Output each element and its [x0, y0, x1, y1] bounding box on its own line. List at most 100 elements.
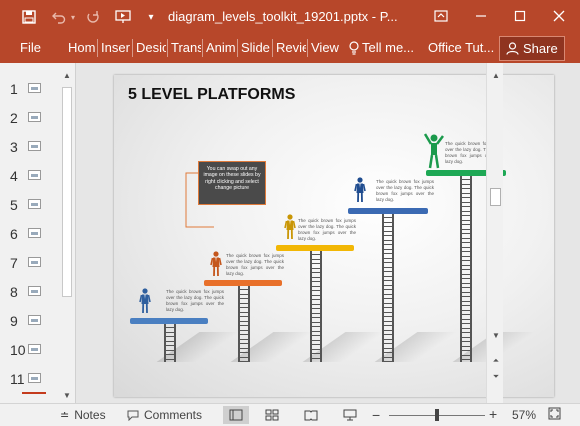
maximize-icon[interactable] — [505, 4, 535, 28]
scroll-up-icon[interactable]: ▲ — [60, 69, 74, 81]
thumbnails-scrollbar[interactable]: ▲ ▼ — [60, 69, 74, 403]
zoom-in-button[interactable]: + — [489, 406, 497, 422]
slide-title[interactable]: 5 LEVEL PLATFORMS — [128, 86, 295, 104]
person-figure-icon[interactable] — [139, 288, 151, 319]
previous-slide-icon[interactable]: ⏶ — [489, 355, 503, 367]
scroll-thumb[interactable] — [490, 188, 501, 206]
zoom-level[interactable]: 57% — [512, 408, 536, 422]
slide-number: 7 — [10, 255, 18, 271]
platform-text-4[interactable]: The quick brown fox jumps over the lazy … — [376, 179, 434, 203]
slide-number: 8 — [10, 284, 18, 300]
slide-thumbnail[interactable]: 5 — [0, 193, 58, 219]
title-bar: ▾ ▾ diagram_levels_toolkit_19201.pptx - … — [0, 0, 580, 34]
zoom-out-button[interactable]: − — [372, 407, 380, 423]
tab-slideshow[interactable]: Slide — [241, 40, 271, 55]
slide-thumbnail[interactable]: 2 — [0, 106, 58, 132]
save-icon[interactable] — [20, 7, 38, 27]
customize-qat-icon[interactable]: ▾ — [145, 7, 157, 27]
comment-icon — [127, 410, 139, 421]
platform-text-2[interactable]: The quick brown fox jumps over the lazy … — [226, 253, 284, 277]
tab-animations[interactable]: Anim — [206, 40, 236, 55]
scroll-down-icon[interactable]: ▼ — [489, 329, 503, 341]
slide-thumbnail[interactable]: 10 — [0, 338, 58, 364]
minimize-icon[interactable] — [466, 4, 496, 28]
slide-thumbnail[interactable]: 7 — [0, 251, 58, 277]
slide-thumbnail[interactable]: 8 — [0, 280, 58, 306]
fit-slide-icon[interactable] — [548, 407, 561, 420]
platform-4[interactable] — [348, 208, 428, 214]
slide-number: 6 — [10, 226, 18, 242]
redo-icon[interactable] — [84, 7, 102, 27]
person-figure-icon[interactable] — [423, 133, 444, 174]
present-from-start-icon[interactable] — [113, 7, 133, 27]
callout-arrow — [185, 172, 214, 228]
ladder[interactable] — [164, 324, 176, 362]
person-figure-icon[interactable] — [354, 177, 366, 208]
window-title: diagram_levels_toolkit_19201.pptx - P... — [168, 9, 398, 24]
slide-scrollbar[interactable]: ▲ ▼ ⏶ ⏷ — [486, 63, 503, 403]
slide-thumbnail-icon — [28, 344, 41, 354]
ladder[interactable] — [238, 286, 250, 362]
slide-thumbnail-icon — [28, 83, 41, 93]
person-figure-icon[interactable] — [284, 214, 296, 245]
close-icon[interactable] — [544, 4, 574, 28]
slide-number: 2 — [10, 110, 18, 126]
lightbulb-icon — [349, 40, 359, 55]
slide-number: 4 — [10, 168, 18, 184]
normal-view-icon[interactable] — [223, 406, 249, 424]
comments-button[interactable]: Comments — [127, 408, 202, 422]
share-button[interactable]: Share — [499, 36, 565, 61]
ladder[interactable] — [382, 214, 394, 362]
scroll-up-icon[interactable]: ▲ — [489, 69, 503, 81]
slide-thumbnail[interactable]: 6 — [0, 222, 58, 248]
slide-thumbnail[interactable]: 4 — [0, 164, 58, 190]
platform-3[interactable] — [276, 245, 354, 251]
slide-thumbnail-icon — [28, 141, 41, 151]
next-slide-icon[interactable]: ⏷ — [489, 371, 503, 383]
slide-thumbnail-icon — [28, 228, 41, 238]
share-label: Share — [523, 41, 558, 56]
platform-text-3[interactable]: The quick brown fox jumps over the lazy … — [298, 218, 356, 242]
slide-thumbnail[interactable]: 3 — [0, 135, 58, 161]
notes-label: Notes — [74, 408, 106, 422]
tab-insert[interactable]: Inser — [101, 40, 131, 55]
ribbon-display-options-icon[interactable] — [426, 4, 456, 28]
slide-thumbnail[interactable]: 1 — [0, 77, 58, 103]
reading-view-icon[interactable] — [298, 406, 324, 424]
slide-thumbnail-icon — [28, 170, 41, 180]
notes-icon: ≐ — [60, 409, 70, 422]
person-figure-icon[interactable] — [210, 251, 222, 282]
tell-me-label: Tell me... — [362, 40, 415, 55]
scroll-thumb[interactable] — [62, 87, 72, 297]
tab-review[interactable]: Revie — [276, 40, 306, 55]
undo-dropdown-icon[interactable]: ▾ — [69, 7, 77, 27]
undo-icon[interactable] — [50, 7, 68, 27]
slide-number: 5 — [10, 197, 18, 213]
slide-thumbnails-pane: ▲ ▼ 1 2 3 4 5 6 7 8 9 10 11 — [0, 63, 76, 403]
tab-office-tutor[interactable]: Office Tut... — [428, 40, 494, 55]
scroll-down-icon[interactable]: ▼ — [60, 389, 74, 401]
tab-transitions[interactable]: Trans — [171, 40, 201, 55]
zoom-slider-thumb[interactable] — [435, 409, 439, 421]
slide-thumbnail-icon — [28, 286, 41, 296]
ladder[interactable] — [460, 176, 472, 362]
ladder[interactable] — [310, 251, 322, 362]
slide-thumbnail-icon — [28, 373, 41, 383]
ribbon-tabs: File Hom Inser Desic Trans Anim Slide Re… — [0, 34, 580, 63]
person-icon — [506, 42, 519, 55]
comments-label: Comments — [144, 408, 203, 422]
slide-number: 10 — [10, 342, 26, 358]
slideshow-icon[interactable] — [337, 406, 363, 424]
notes-button[interactable]: ≐ Notes — [60, 408, 106, 422]
slide-number: 1 — [10, 81, 18, 97]
platform-text-1[interactable]: The quick brown fox jumps over the lazy … — [166, 289, 224, 313]
slide-thumbnail-icon — [28, 199, 41, 209]
tab-view[interactable]: View — [311, 40, 339, 55]
tab-home[interactable]: Hom — [68, 40, 96, 55]
tab-file[interactable]: File — [20, 40, 41, 55]
slide-thumbnail[interactable]: 11 — [0, 367, 58, 393]
slide-sorter-icon[interactable] — [259, 406, 285, 424]
tab-design[interactable]: Desic — [136, 40, 166, 55]
tell-me-box[interactable]: Tell me... — [349, 40, 414, 55]
slide-thumbnail[interactable]: 9 — [0, 309, 58, 335]
